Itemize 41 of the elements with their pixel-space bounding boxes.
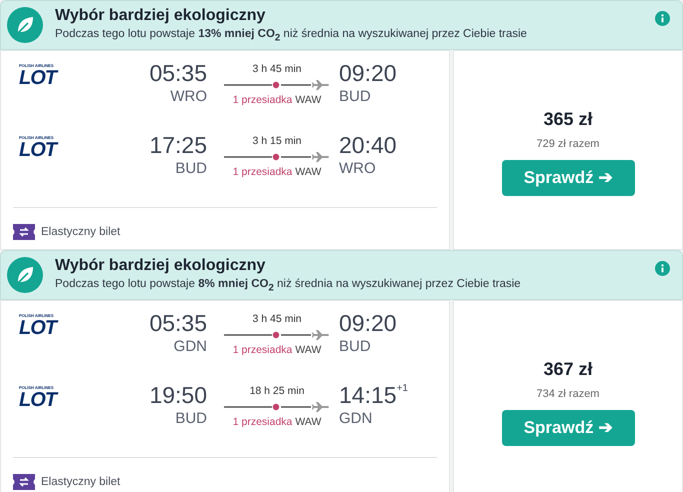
total-price: 734 zł razem	[536, 388, 600, 400]
departure-time: 05:35	[149, 311, 207, 336]
flight-duration: 18 h 25 min	[250, 385, 304, 397]
flight-duration: 3 h 45 min	[252, 63, 302, 75]
arrival-airport: GDN	[339, 410, 372, 428]
arrival-time: 09:20	[339, 61, 397, 86]
leaf-icon	[7, 257, 43, 293]
arrival-time: 09:20	[339, 311, 397, 336]
arrival-airport: WRO	[339, 160, 376, 178]
ticket-icon	[13, 224, 35, 240]
stopover-info: 1 przesiadka WAW	[232, 344, 322, 356]
check-button[interactable]: Sprawdź ➔	[502, 410, 634, 446]
departure-airport: BUD	[175, 410, 207, 428]
departure-time: 19:50	[149, 383, 207, 408]
stopover-info: 1 przesiadka WAW	[232, 166, 322, 178]
info-icon[interactable]	[655, 10, 670, 26]
arrival-airport: BUD	[339, 338, 371, 356]
departure-airport: GDN	[174, 338, 207, 356]
total-price: 729 zł razem	[536, 138, 600, 150]
flight-duration: 3 h 15 min	[252, 135, 302, 147]
stopover-info: 1 przesiadka WAW	[232, 94, 322, 106]
eco-description: Podczas tego lotu powstaje 8% mniej CO$_{2}$ niż średnia na wyszukiwanej przez Ciebie trasie	[55, 278, 522, 294]
eco-description: Podczas tego lotu powstaje 13% mniej CO$_{2}$ niż średnia na wyszukiwanej przez Ciebie trasie	[55, 28, 528, 44]
departure-airport: WRO	[170, 88, 207, 106]
price-per-person: 365 zł	[543, 108, 593, 130]
flexible-ticket-label: Elastyczny bilet	[41, 476, 120, 488]
stopover-info: 1 przesiadka WAW	[232, 416, 322, 428]
arrival-airport: BUD	[339, 88, 371, 106]
departure-time: 05:35	[149, 61, 207, 86]
flight-duration: 3 h 45 min	[252, 313, 302, 325]
arrival-time: 14:15$^{+1}$	[339, 383, 408, 408]
eco-title: Wybór bardziej ekologiczny	[55, 6, 266, 25]
flexible-ticket-label: Elastyczny bilet	[41, 226, 120, 238]
departure-airport: BUD	[175, 160, 207, 178]
eco-title: Wybór bardziej ekologiczny	[55, 256, 266, 275]
arrival-time: 20:40	[339, 133, 397, 158]
info-icon[interactable]	[655, 260, 670, 276]
departure-time: 17:25	[149, 133, 207, 158]
check-button[interactable]: Sprawdź ➔	[502, 160, 634, 196]
price-per-person: 367 zł	[543, 358, 593, 380]
leaf-icon	[7, 7, 43, 43]
